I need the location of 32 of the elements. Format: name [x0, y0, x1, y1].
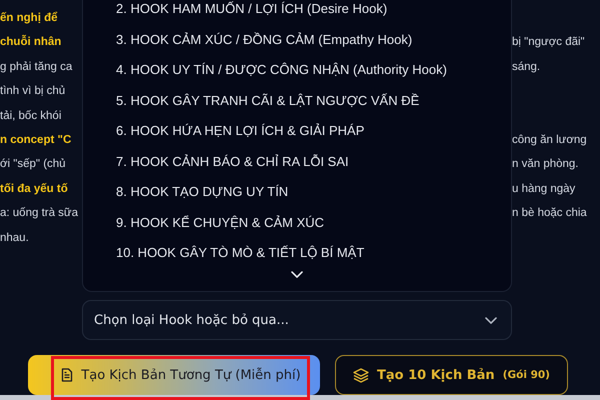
- menu-item[interactable]: 2. HOOK HAM MUỐN / LỢI ÍCH (Desire Hook): [83, 0, 511, 24]
- document-icon: [61, 368, 74, 382]
- select-placeholder: Chọn loại Hook hoặc bỏ qua...: [94, 312, 289, 328]
- paragraph-text: a: uống trà sữa: [0, 207, 78, 220]
- paragraph-text: n bè hoặc chia: [512, 207, 587, 220]
- paragraph-text: tình vì bị chủ: [0, 85, 66, 98]
- paragraph-text: công ăn lương: [512, 134, 587, 146]
- menu-item[interactable]: 3. HOOK CẢM XÚC / ĐỒNG CẢM (Empathy Hook): [83, 24, 511, 55]
- hook-select[interactable]: Chọn loại Hook hoặc bỏ qua...: [82, 300, 512, 340]
- menu-item[interactable]: 10. HOOK GÂY TÒ MÒ & TIẾT LỘ BÍ MẬT: [83, 238, 511, 268]
- paragraph-text: u hàng ngày: [512, 182, 576, 195]
- paragraph-text: n văn phòng.: [512, 158, 579, 170]
- chevron-down-icon: [485, 317, 497, 325]
- paragraph-text: chuỗi nhân: [0, 36, 62, 48]
- paragraph-text: nhau.: [0, 232, 29, 244]
- menu-item[interactable]: 4. HOOK UY TÍN / ĐƯỢC CÔNG NHẬN (Authority Hook): [83, 55, 511, 86]
- menu-item[interactable]: 5. HOOK GÂY TRANH CÃI & LẬT NGƯỢC VẤN ĐỀ: [83, 86, 511, 116]
- paragraph-text: ới "sếp" (chủ: [0, 158, 66, 170]
- menu-item[interactable]: 9. HOOK KỂ CHUYỆN & CẢM XÚC: [83, 208, 511, 238]
- paragraph-text: n concept "C: [0, 134, 72, 146]
- paragraph-text: tối đa yếu tố: [0, 182, 68, 195]
- paragraph-text: sáng.: [512, 60, 540, 73]
- paragraph-text: bị "ngược đãi": [512, 36, 585, 48]
- paragraph-text: g phải tăng ca: [0, 60, 72, 73]
- menu-item[interactable]: 8. HOOK TẠO DỰNG UY TÍN: [83, 177, 511, 208]
- generate-ten-scripts-button[interactable]: Tạo 10 Kịch Bản (Gói 90): [335, 355, 568, 395]
- layers-icon: [353, 368, 370, 382]
- menu-item[interactable]: 6. HOOK HỨA HẸN LỢI ÍCH & GIẢI PHÁP: [83, 116, 511, 146]
- paragraph-text: tải, bốc khói: [0, 110, 62, 122]
- scroll-down-icon[interactable]: [291, 270, 303, 278]
- paragraph-text: ến nghị để: [0, 12, 58, 24]
- menu-item[interactable]: 7. HOOK CẢNH BÁO & CHỈ RA LỖI SAI: [83, 146, 511, 177]
